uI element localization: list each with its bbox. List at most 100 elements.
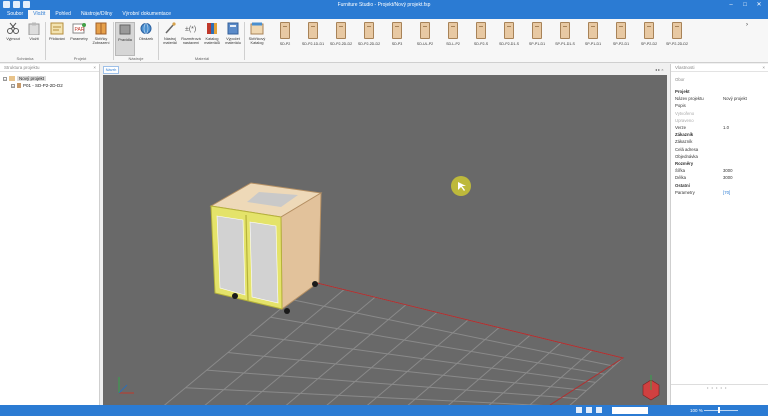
cabinet-model[interactable] <box>209 182 323 314</box>
cabinet-thumbnail <box>336 22 346 39</box>
project-tree: – Nový projekt + P01 - SD-P2-2D-D2 <box>0 72 99 92</box>
property-label: Název projektu <box>675 96 704 102</box>
cabinet-item[interactable]: SP-P2-D2 <box>635 22 663 56</box>
cabinet-item-label: SD-P2-1D-D1 <box>301 42 325 46</box>
tab-soubor[interactable]: Soubor <box>2 10 28 19</box>
title-bar: Furniture Studio - Projekt/Nový projekt.… <box>0 0 768 10</box>
brush-icon <box>165 22 176 34</box>
clipboard-icon <box>28 22 40 35</box>
property-label: Šířka <box>675 168 686 174</box>
cabinet-thumbnail <box>420 22 430 39</box>
cabinet-thumbnail <box>504 22 514 39</box>
cabinet-item[interactable]: SD-P2-D1-S <box>495 22 523 56</box>
view-cube-icon[interactable] <box>642 375 660 401</box>
group-label-material: Materiál <box>194 56 210 61</box>
ribbon-separator <box>244 22 245 60</box>
ribbon-separator <box>158 22 159 60</box>
project-structure-panel: Struktura projektu × – Nový projekt + P0… <box>0 64 100 405</box>
parameters-button[interactable]: PAR Parametry <box>69 22 89 56</box>
ortho-icon[interactable] <box>596 407 602 413</box>
document-tab[interactable]: Návrh <box>103 66 119 74</box>
cabinet-item[interactable]: SP-P1-D1-S <box>551 22 579 56</box>
snap-icon[interactable] <box>576 407 582 413</box>
image-button[interactable]: Obrázek <box>136 22 156 56</box>
property-value[interactable]: [70] <box>723 190 730 195</box>
property-value[interactable]: Nový projekt <box>723 96 747 101</box>
material-tool-button[interactable]: Nástroj materiál <box>160 22 180 56</box>
property-label: Rozměry <box>675 161 694 166</box>
dimension-settings-button[interactable]: ±(*) Rozměrová nastavení <box>181 22 201 56</box>
window-controls: – □ ✕ <box>724 0 766 10</box>
property-value[interactable]: 3000 <box>723 168 733 173</box>
cabinet-item-label: SP-P1-D1 <box>528 42 546 46</box>
cabinets-view-button[interactable]: Skříňky Zobrazení <box>91 22 111 56</box>
globe-icon <box>140 23 152 34</box>
ribbon-separator <box>113 22 114 60</box>
cabinet-item[interactable]: SP-P2-2D-D2 <box>663 22 691 56</box>
cabinet-item[interactable]: SD-L-P2 <box>439 22 467 56</box>
expand-icon[interactable]: + <box>11 83 15 88</box>
right-door-glass <box>249 221 279 304</box>
status-input[interactable] <box>612 407 648 414</box>
ribbon-scroll-button[interactable]: › <box>740 22 754 56</box>
cabinet-item[interactable]: SD-UL-P2 <box>411 22 439 56</box>
cabinet-item[interactable]: SD-P2-2D-D2 <box>355 22 383 56</box>
tab-nastroje[interactable]: Nástroje/Dílny <box>76 10 117 19</box>
cabinet-item[interactable]: SD-P2-S <box>467 22 495 56</box>
add-note-label: Přidávání <box>48 37 66 41</box>
material-catalog-button[interactable]: Katalog materiálů <box>202 22 222 56</box>
property-value[interactable]: 1.0 <box>723 125 729 130</box>
add-note-button[interactable]: Přidávání <box>47 22 67 56</box>
tab-vyrobni-dokumentace[interactable]: Výrobní dokumentace <box>117 10 176 19</box>
dimension-settings-label: Rozměrová nastavení <box>181 37 201 45</box>
cabinet-catalog-button[interactable]: Skříňkový Katalog <box>246 22 268 56</box>
rules-label: Pravidla <box>118 38 132 42</box>
tree-node-cabinet[interactable]: + P01 - SD-P2-2D-D2 <box>3 82 96 89</box>
collapse-icon[interactable]: – <box>3 76 7 81</box>
cabinet-item[interactable]: SP-P2-D1 <box>607 22 635 56</box>
window-title: Furniture Studio - Projekt/Nový projekt.… <box>337 2 431 8</box>
cut-button[interactable]: Vyjmout <box>3 22 23 56</box>
grid-icon[interactable] <box>586 407 592 413</box>
3d-viewport[interactable] <box>103 75 667 405</box>
paste-label: Vložit <box>29 37 39 41</box>
material-tool-label: Nástroj materiál <box>163 37 177 45</box>
cabinet-item-label: SP-P2-2D-D2 <box>666 42 688 46</box>
cabinet-item[interactable]: SD-P2-2D-D2 <box>327 22 355 56</box>
panel-footer-dots: • • • • • <box>707 385 728 390</box>
ribbon-separator <box>45 22 46 60</box>
zoom-slider-thumb[interactable] <box>718 407 720 413</box>
cabinet-item[interactable]: SP-P1-D1 <box>523 22 551 56</box>
grid-line <box>204 289 345 405</box>
material-calc-button[interactable]: Výpočet materiálu <box>223 22 243 56</box>
cabinet-item-label: SD-P3 <box>391 42 403 46</box>
close-panel-icon[interactable]: × <box>93 65 96 70</box>
zoom-slider[interactable] <box>704 410 738 411</box>
catalog-icon <box>250 22 264 35</box>
tree-node-project[interactable]: – Nový projekt <box>3 75 96 82</box>
maximize-button[interactable]: □ <box>738 0 752 10</box>
close-button[interactable]: ✕ <box>752 0 766 10</box>
tree-node-label: Nový projekt <box>17 76 47 81</box>
cabinet-item[interactable]: SD-P3 <box>383 22 411 56</box>
paste-button[interactable]: Vložit <box>24 22 44 56</box>
rules-button[interactable]: Pravidla <box>115 22 135 56</box>
close-panel-icon[interactable]: × <box>762 65 765 70</box>
cabinet-item[interactable]: SD-P2 <box>271 22 299 56</box>
cabinet-item[interactable]: SD-P2-1D-D1 <box>299 22 327 56</box>
cabinet-item[interactable]: SP-P1-D1 <box>579 22 607 56</box>
floor-grid <box>163 281 624 405</box>
property-label: Délka <box>675 175 686 181</box>
app-window: Furniture Studio - Projekt/Nový projekt.… <box>0 0 768 416</box>
properties-panel: Vlastnosti × Obor Projekt Název projektu N… <box>670 64 768 405</box>
cabinet-foot <box>312 281 318 287</box>
document-tab-controls[interactable]: ◂ ▸ × <box>655 67 664 72</box>
minimize-button[interactable]: – <box>724 0 738 10</box>
material-catalog-label: Katalog materiálů <box>204 37 220 45</box>
property-value[interactable]: 3000 <box>723 175 733 180</box>
tab-vlozit[interactable]: Vložit <box>28 10 51 19</box>
tab-pohled[interactable]: Pohled <box>50 10 76 19</box>
cabinet-thumbnail <box>476 22 486 39</box>
panel-header: Vlastnosti × <box>671 64 768 72</box>
viewport-scene <box>118 176 660 405</box>
